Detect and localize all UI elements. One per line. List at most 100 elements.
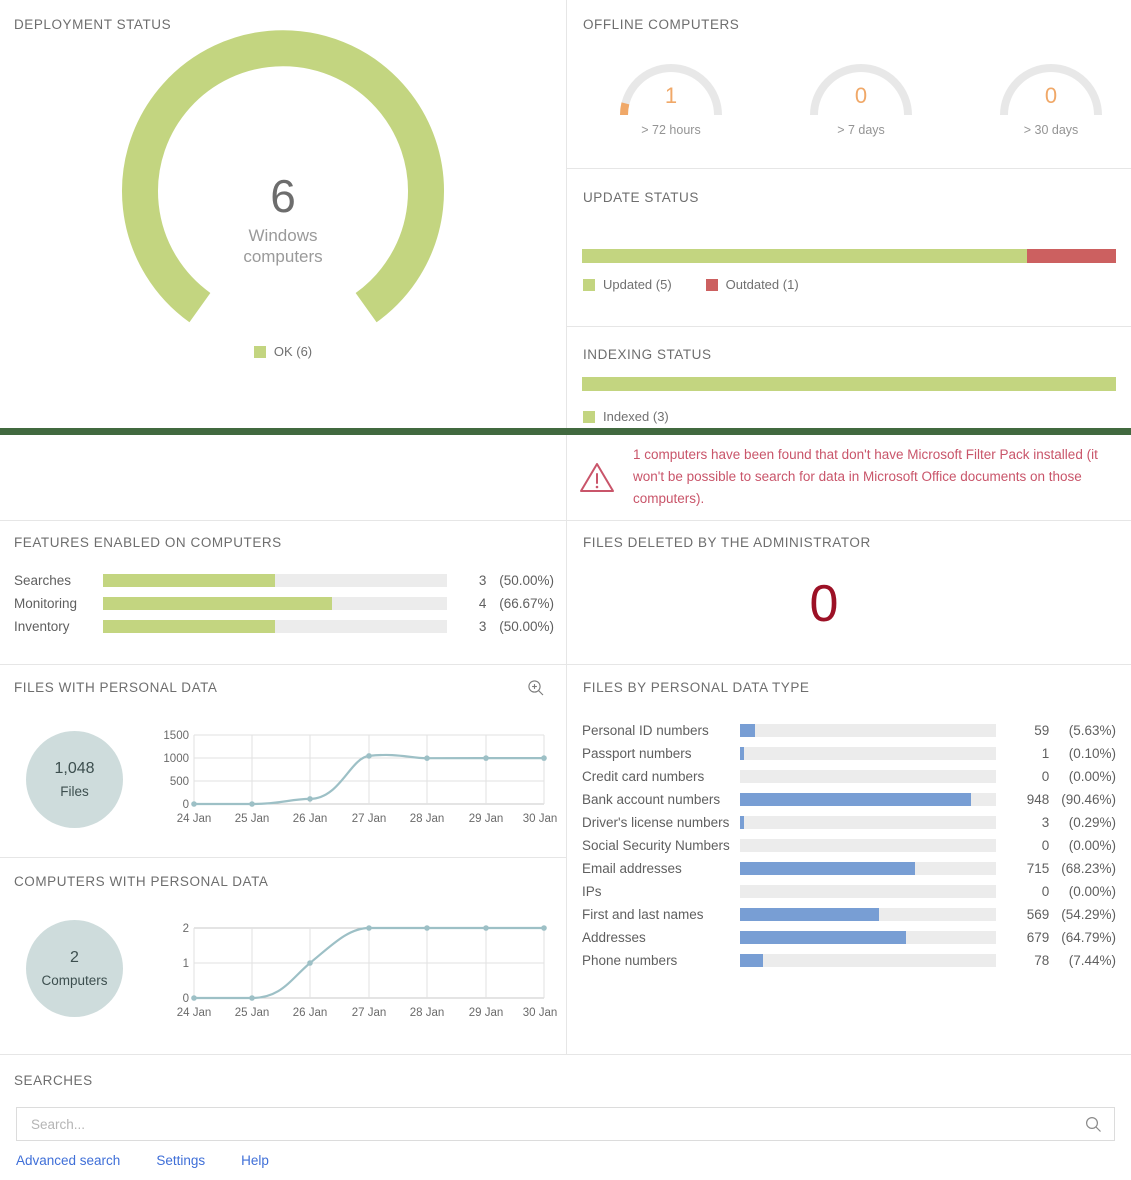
data-type-row-names[interactable]: First and last names 569 (54.29%) — [582, 907, 1116, 922]
data-type-label-addresses: Addresses — [582, 930, 646, 945]
search-input[interactable] — [29, 1115, 1085, 1133]
divider-vertical-features — [566, 521, 567, 664]
svg-text:24 Jan: 24 Jan — [177, 813, 212, 825]
indexing-status-bar[interactable] — [582, 377, 1116, 391]
computers-personal-data-badge-value: 2 — [70, 949, 79, 966]
offline-gauge-72-hours[interactable]: 1 > 72 hours — [611, 57, 731, 137]
data-type-value-bank-account: 948 — [1026, 792, 1050, 807]
offline-gauge-7-days[interactable]: 0 > 7 days — [801, 57, 921, 137]
feature-row-monitoring[interactable]: Monitoring 4 (66.67%) — [14, 596, 554, 611]
data-type-row-personal-id[interactable]: Personal ID numbers 59 (5.63%) — [582, 723, 1116, 738]
offline-gauge-30-days[interactable]: 0 > 30 days — [991, 57, 1111, 137]
feature-label-inventory: Inventory — [14, 619, 70, 634]
files-personal-data-badge: 1,048 Files — [26, 731, 123, 828]
data-type-row-ssn[interactable]: Social Security Numbers 0 (0.00%) — [582, 838, 1116, 853]
offline-gauge-7-days-value: 0 — [854, 83, 868, 108]
data-type-row-addresses[interactable]: Addresses 679 (64.79%) — [582, 930, 1116, 945]
offline-gauge-30-days-value: 0 — [1044, 83, 1058, 108]
files-personal-data-badge-value: 1,048 — [54, 760, 95, 777]
files-personal-data-badge-caption: Files — [60, 784, 89, 799]
data-type-label-drivers-license: Driver's license numbers — [582, 815, 730, 830]
legend-item-outdated[interactable]: Outdated (1) — [705, 277, 799, 292]
data-type-percent-passport: (0.10%) — [1068, 746, 1117, 761]
legend-item-ok[interactable]: OK (6) — [253, 344, 312, 359]
data-type-track-personal-id — [740, 724, 996, 737]
offline-computers-panel: OFFLINE COMPUTERS 1 > 72 hours 0 > 7 day… — [567, 0, 1131, 168]
data-type-fill-passport — [740, 747, 744, 760]
feature-track-searches — [102, 574, 447, 587]
update-status-bar[interactable] — [582, 249, 1116, 263]
data-type-track-names — [740, 908, 996, 921]
feature-track-inventory — [102, 620, 447, 633]
svg-text:28 Jan: 28 Jan — [410, 813, 445, 825]
legend-swatch-outdated — [705, 278, 718, 291]
feature-fill-inventory — [102, 620, 275, 633]
deployment-caption-line1: Windows — [248, 226, 318, 245]
svg-text:1500: 1500 — [163, 730, 189, 742]
indexing-status-title: INDEXING STATUS — [583, 347, 712, 362]
data-type-row-drivers-license[interactable]: Driver's license numbers 3 (0.29%) — [582, 815, 1116, 830]
update-status-segment-updated — [582, 249, 1027, 263]
data-type-percent-names: (54.29%) — [1061, 907, 1117, 922]
data-type-value-names: 569 — [1026, 907, 1050, 922]
data-type-value-email: 715 — [1026, 861, 1050, 876]
features-enabled-panel: FEATURES ENABLED ON COMPUTERS Searches 3… — [0, 521, 566, 664]
data-type-value-drivers-license: 3 — [1041, 815, 1050, 830]
divider-offline-update — [567, 168, 1131, 169]
data-type-value-ips: 0 — [1041, 884, 1050, 899]
data-type-percent-addresses: (64.79%) — [1061, 930, 1117, 945]
svg-text:1: 1 — [183, 958, 189, 970]
data-type-label-ips: IPs — [582, 884, 602, 899]
svg-text:24 Jan: 24 Jan — [177, 1007, 212, 1019]
legend-swatch-indexed — [583, 410, 595, 423]
feature-label-monitoring: Monitoring — [14, 596, 78, 611]
deployment-status-title: DEPLOYMENT STATUS — [14, 17, 172, 32]
data-type-track-drivers-license — [740, 816, 996, 829]
update-status-title: UPDATE STATUS — [583, 190, 699, 205]
data-type-fill-names — [740, 908, 880, 921]
help-link[interactable]: Help — [241, 1153, 269, 1168]
data-type-row-credit-card[interactable]: Credit card numbers 0 (0.00%) — [582, 769, 1116, 784]
data-type-track-credit-card — [740, 770, 996, 783]
data-type-percent-drivers-license: (0.29%) — [1068, 815, 1117, 830]
svg-text:0: 0 — [183, 799, 189, 811]
svg-text:25 Jan: 25 Jan — [235, 1007, 270, 1019]
data-type-row-phone[interactable]: Phone numbers 78 (7.44%) — [582, 953, 1116, 968]
svg-text:29 Jan: 29 Jan — [469, 813, 504, 825]
svg-text:28 Jan: 28 Jan — [410, 1007, 445, 1019]
footer-links: Advanced search Settings Help — [16, 1153, 269, 1168]
deployment-caption-line2: computers — [243, 246, 323, 266]
legend-item-updated[interactable]: Updated (5) — [583, 277, 672, 292]
data-type-fill-bank-account — [740, 793, 972, 806]
search-box[interactable] — [16, 1107, 1115, 1141]
data-type-percent-phone: (7.44%) — [1068, 953, 1117, 968]
offline-gauge-72-hours-value: 1 — [664, 83, 678, 108]
data-type-label-names: First and last names — [582, 907, 704, 922]
divider-vertical-warning — [566, 435, 567, 520]
data-type-row-ips[interactable]: IPs 0 (0.00%) — [582, 884, 1116, 899]
settings-link[interactable]: Settings — [156, 1153, 205, 1168]
computers-personal-data-badge-caption: Computers — [41, 973, 108, 988]
data-type-value-personal-id: 59 — [1034, 723, 1050, 738]
search-icon[interactable] — [1085, 1116, 1102, 1133]
data-type-row-email[interactable]: Email addresses 715 (68.23%) — [582, 861, 1116, 876]
data-type-track-addresses — [740, 931, 996, 944]
svg-text:27 Jan: 27 Jan — [352, 1007, 387, 1019]
data-type-row-passport[interactable]: Passport numbers 1 (0.10%) — [582, 746, 1116, 761]
feature-row-searches[interactable]: Searches 3 (50.00%) — [14, 573, 554, 588]
deployment-donut-chart: 6 Windows computers — [83, 30, 483, 323]
feature-track-monitoring — [102, 597, 447, 610]
feature-row-inventory[interactable]: Inventory 3 (50.00%) — [14, 619, 554, 634]
indexing-status-legend: Indexed (3) — [583, 409, 669, 424]
indexing-status-segment-indexed — [582, 377, 1116, 391]
zoom-in-icon[interactable] — [527, 679, 545, 697]
warning-message: 1 computers have been found that don't h… — [577, 444, 1123, 510]
data-type-fill-addresses — [740, 931, 906, 944]
features-enabled-title: FEATURES ENABLED ON COMPUTERS — [14, 535, 282, 550]
divider-vertical-bottom — [566, 665, 567, 1054]
advanced-search-link[interactable]: Advanced search — [16, 1153, 120, 1168]
data-type-track-phone — [740, 954, 996, 967]
data-type-label-personal-id: Personal ID numbers — [582, 723, 709, 738]
data-type-row-bank-account[interactable]: Bank account numbers 948 (90.46%) — [582, 792, 1116, 807]
legend-item-indexed[interactable]: Indexed (3) — [583, 409, 669, 424]
